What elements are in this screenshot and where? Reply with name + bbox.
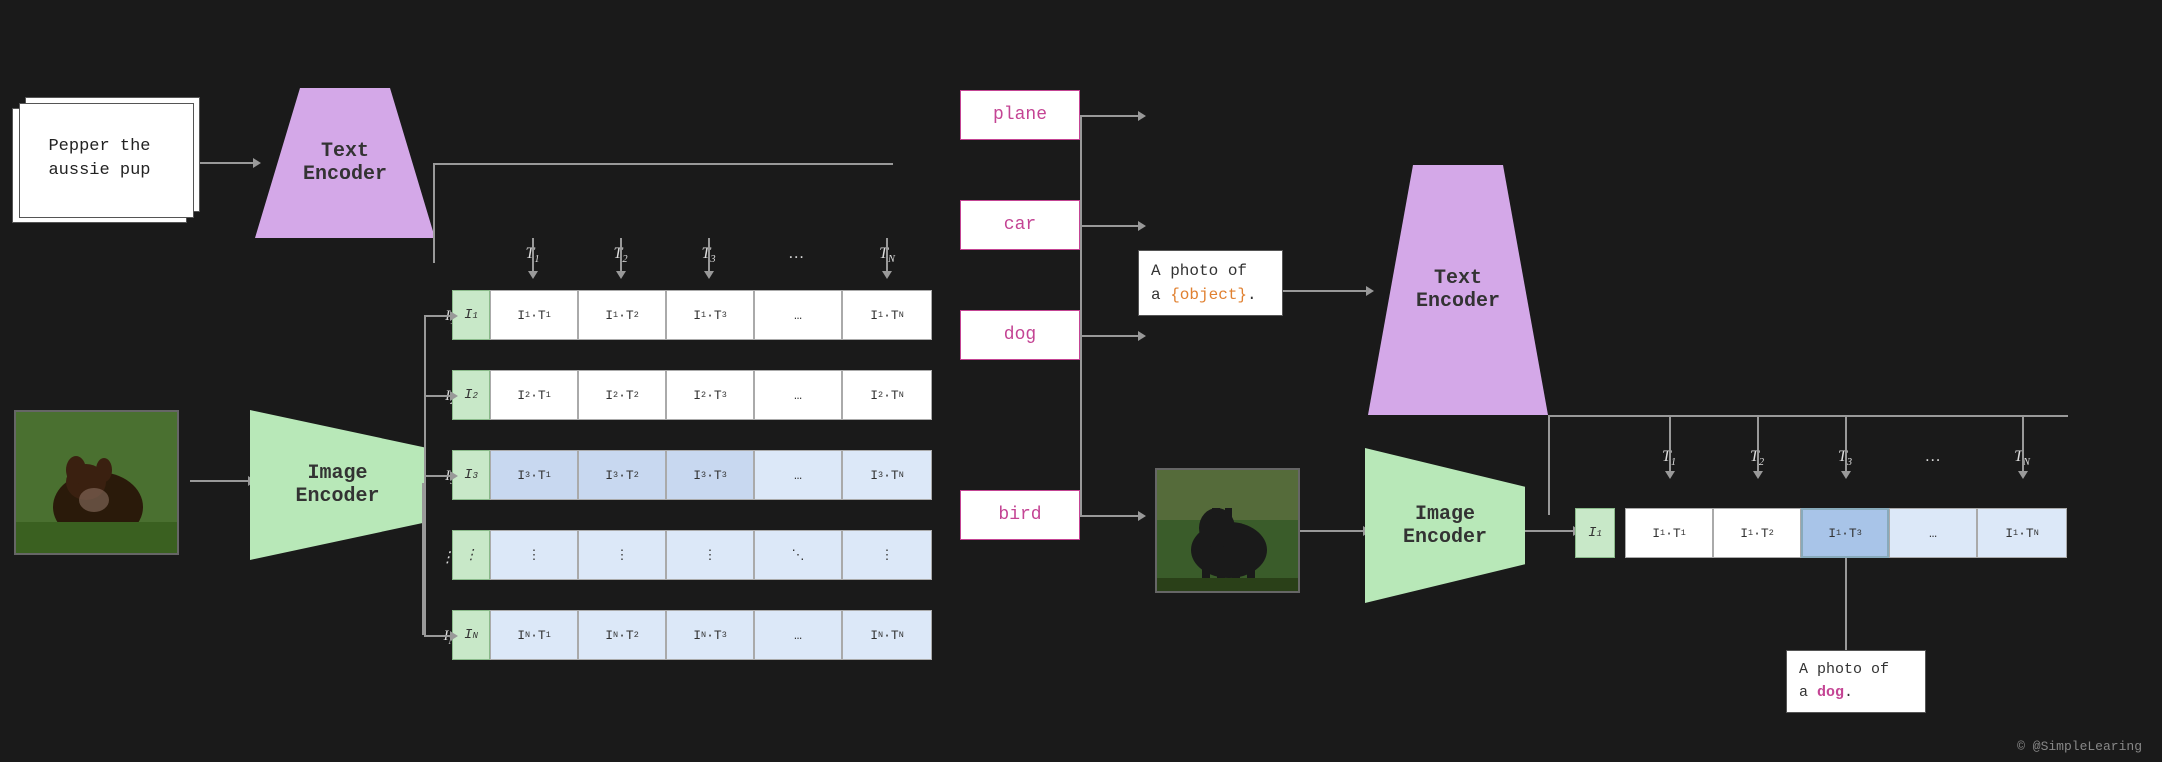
cell-dots-n: ⋮	[842, 530, 932, 580]
row-label-i3: I3	[405, 468, 455, 487]
cell-2-dots: …	[754, 370, 842, 420]
arrow-bird-to-template	[1080, 515, 1140, 517]
row-label-in: IN	[405, 628, 455, 647]
dog-image-left	[14, 410, 179, 555]
cell-3-dots: …	[754, 450, 842, 500]
class-car: car	[960, 200, 1080, 250]
arrow-highlight-to-result	[1845, 558, 1847, 653]
right-text-encoder-wrapper: Text Encoder	[1368, 165, 1548, 415]
cell-n-1: IN·T1	[490, 610, 578, 660]
arrow-textenc-v1	[433, 163, 435, 263]
cell-1-2: I1·T2	[578, 290, 666, 340]
arrow-right-enc-v-start	[1548, 415, 1550, 515]
cell-dots-1: ⋮	[490, 530, 578, 580]
arrow-car-to-template	[1080, 225, 1140, 227]
text-input-papers: Pepper the aussie pup	[12, 108, 187, 223]
row-label-i2: I2	[405, 388, 455, 407]
arrow-left-imgenc-vertical	[422, 483, 424, 635]
arrow-right-t3-down	[1845, 415, 1847, 473]
cell-3-n: I3·TN	[842, 450, 932, 500]
cell-1-dots: …	[754, 290, 842, 340]
right-col-dots: …	[1889, 448, 1977, 466]
cell-2-3: I2·T3	[666, 370, 754, 420]
arrow-right-t2-down	[1757, 415, 1759, 473]
arrow-imgenc-to-i1	[424, 315, 452, 317]
main-diagram: Pepper the aussie pup Text Encoder Image	[0, 0, 2162, 762]
cell-n-2: IN·T2	[578, 610, 666, 660]
cell-3-3: I3·T3	[666, 450, 754, 500]
image-encoder-label: Image Encoder	[250, 410, 425, 560]
cell-dots-dots: ⋱	[754, 530, 842, 580]
col-header-dots: …	[754, 245, 839, 263]
arrow-class-vert	[1080, 115, 1082, 515]
class-dog: dog	[960, 310, 1080, 360]
arrow-imgenc-to-i3	[424, 475, 452, 477]
dog-image-right	[1155, 468, 1300, 593]
cell-n-dots: …	[754, 610, 842, 660]
right-cell-n: I1·TN	[1977, 508, 2067, 558]
right-cell-1: I1·T1	[1625, 508, 1713, 558]
cell-3-1: I3·T1	[490, 450, 578, 500]
result-box: A photo ofa dog.	[1786, 650, 1926, 713]
arrow-template-to-encoder	[1283, 290, 1368, 292]
cell-2-1: I2·T1	[490, 370, 578, 420]
cell-1-n: I1·TN	[842, 290, 932, 340]
green-label-idots: ⋮	[452, 530, 490, 580]
right-cell-3-highlight: I1·T3	[1801, 508, 1889, 558]
arrow-right-tn-down	[2022, 415, 2024, 473]
right-green-i1: I1	[1575, 508, 1615, 558]
class-plane: plane	[960, 90, 1080, 140]
arrow-enc-to-t1	[532, 238, 534, 273]
arrow-right-t1-down	[1669, 415, 1671, 473]
arrow-text-to-encoder	[195, 162, 255, 164]
right-cell-dots: …	[1889, 508, 1977, 558]
row-label-dots: ⋮	[405, 548, 455, 567]
cell-1-3: I1·T3	[666, 290, 754, 340]
row-label-i1: I1	[405, 308, 455, 327]
cell-2-2: I2·T2	[578, 370, 666, 420]
right-cell-2: I1·T2	[1713, 508, 1801, 558]
arrow-image-to-encoder	[190, 480, 250, 482]
cell-2-n: I2·TN	[842, 370, 932, 420]
arrow-enc-to-t2	[620, 238, 622, 273]
arrow-enc-to-tn	[886, 238, 888, 273]
object-placeholder: {object}	[1170, 286, 1247, 304]
watermark: © @SimpleLearing	[2017, 739, 2142, 754]
arrow-plane-to-template	[1080, 115, 1140, 117]
arrow-imgenc-to-i2	[424, 395, 452, 397]
image-encoder-shape: Image Encoder	[250, 410, 425, 560]
arrow-dog-to-template	[1080, 335, 1140, 337]
cell-3-2: I3·T2	[578, 450, 666, 500]
text-encoder-shape: Text Encoder	[255, 88, 435, 238]
result-object: dog	[1817, 684, 1844, 701]
class-bird: bird	[960, 490, 1080, 540]
cell-1-1: I1·T1	[490, 290, 578, 340]
cell-dots-2: ⋮	[578, 530, 666, 580]
arrow-right-img-to-enc	[1300, 530, 1365, 532]
text-encoder-label: Text Encoder	[255, 88, 435, 238]
cell-n-3: IN·T3	[666, 610, 754, 660]
right-image-encoder-wrapper: Image Encoder	[1365, 448, 1525, 603]
arrow-textenc-h	[433, 163, 893, 165]
arrow-imgenc-vert	[424, 315, 426, 635]
right-image-encoder-label: Image Encoder	[1365, 448, 1525, 603]
cell-n-n: IN·TN	[842, 610, 932, 660]
right-text-encoder-label: Text Encoder	[1368, 165, 1548, 415]
arrow-right-enc-h	[1548, 415, 2068, 417]
arrow-enc-to-t3	[708, 238, 710, 273]
cell-dots-3: ⋮	[666, 530, 754, 580]
arrow-imgenc-to-in	[424, 635, 452, 637]
arrow-right-imgenc-to-i1	[1525, 530, 1575, 532]
text-input-label: Pepper the aussie pup	[13, 127, 186, 191]
template-box: A photo ofa {object}.	[1138, 250, 1283, 316]
